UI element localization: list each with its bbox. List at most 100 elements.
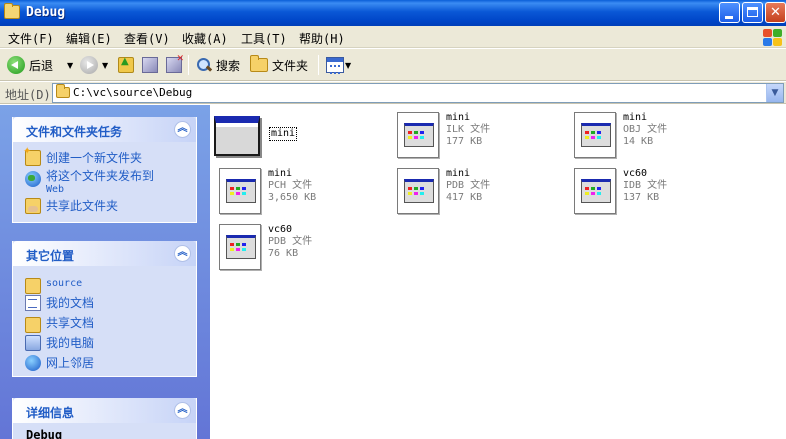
menu-file[interactable]: 文件(F) — [8, 30, 54, 47]
maximize-button[interactable] — [742, 2, 763, 23]
file-item[interactable]: mini PDB 文件 417 KB — [397, 168, 490, 216]
up-button[interactable] — [118, 54, 134, 76]
file-name: mini — [268, 168, 293, 179]
close-button[interactable]: ✕ — [765, 2, 786, 23]
file-type: IDB 文件 — [623, 180, 668, 191]
forward-button[interactable]: ▼ — [80, 54, 108, 76]
back-dropdown-icon[interactable]: ▼ — [67, 61, 73, 70]
documents-icon — [25, 295, 41, 311]
file-size: 177 KB — [446, 136, 483, 147]
place-my-documents-label: 我的文档 — [46, 296, 95, 310]
place-my-computer-label: 我的电脑 — [46, 336, 95, 350]
toolbar-separator — [318, 55, 319, 75]
file-item[interactable]: mini OBJ 文件 14 KB — [574, 112, 667, 160]
address-input[interactable]: C:\vc\source\Debug ▼ — [52, 83, 784, 103]
task-publish-web-sub: Web — [46, 184, 65, 195]
collapse-chevron-icon[interactable]: ︽ — [174, 121, 191, 138]
details-panel-title: 详细信息 — [26, 406, 75, 420]
search-icon — [196, 57, 212, 73]
tasks-panel-title: 文件和文件夹任务 — [26, 125, 123, 139]
place-shared-documents-label: 共享文档 — [46, 316, 95, 330]
close-icon: ✕ — [770, 5, 781, 20]
document-icon — [219, 168, 263, 216]
address-dropdown-icon[interactable]: ▼ — [766, 84, 783, 102]
address-bar: 地址(D) C:\vc\source\Debug ▼ — [0, 82, 786, 104]
maximize-icon — [747, 7, 758, 17]
minimize-button[interactable] — [719, 2, 740, 23]
folder-icon — [25, 278, 41, 294]
folder-icon — [250, 55, 268, 72]
back-button[interactable]: 后退 ▼ — [7, 54, 73, 76]
task-share-folder[interactable]: 共享此文件夹 — [25, 197, 118, 214]
file-item[interactable]: mini — [214, 113, 298, 161]
minimize-icon — [725, 16, 733, 19]
task-publish-web[interactable]: 将这个文件夹发布到 Web — [25, 170, 154, 196]
file-item[interactable]: mini ILK 文件 177 KB — [397, 112, 490, 160]
place-shared-documents[interactable]: 共享文档 — [25, 314, 95, 333]
file-size: 76 KB — [268, 248, 299, 259]
delete-icon — [166, 54, 184, 73]
file-item[interactable]: mini PCH 文件 3,650 KB — [219, 168, 316, 216]
details-name: Debug — [26, 428, 63, 439]
menu-bar: 文件(F) 编辑(E) 查看(V) 收藏(A) 工具(T) 帮助(H) — [0, 26, 786, 48]
title-bar[interactable]: Debug ✕ — [0, 0, 786, 26]
search-button[interactable]: 搜索 — [196, 54, 240, 76]
application-icon — [214, 113, 262, 161]
menu-view[interactable]: 查看(V) — [124, 30, 170, 47]
places-panel-title: 其它位置 — [26, 249, 75, 263]
file-name: vc60 — [623, 168, 648, 179]
menu-edit[interactable]: 编辑(E) — [66, 30, 112, 47]
folders-button[interactable]: 文件夹 — [250, 54, 308, 76]
network-icon — [25, 355, 41, 371]
file-type: PCH 文件 — [268, 180, 313, 191]
search-label: 搜索 — [216, 58, 241, 73]
collapse-chevron-icon[interactable]: ︽ — [174, 402, 191, 419]
task-pane: 文件和文件夹任务 ︽ 创建一个新文件夹 将这个文件夹发布到 Web 共享此文件夹… — [0, 105, 210, 439]
folders-label: 文件夹 — [272, 58, 309, 73]
place-my-computer[interactable]: 我的电脑 — [25, 334, 94, 351]
delete-button[interactable] — [166, 54, 184, 76]
place-source-label: source — [46, 278, 83, 289]
collapse-chevron-icon[interactable]: ︽ — [174, 245, 191, 262]
places-panel-header[interactable]: 其它位置 ︽ — [13, 241, 196, 266]
file-type: PDB 文件 — [268, 236, 313, 247]
task-new-folder[interactable]: 创建一个新文件夹 — [23, 146, 143, 166]
tasks-panel-header[interactable]: 文件和文件夹任务 ︽ — [13, 117, 196, 142]
details-panel: 详细信息 ︽ Debug — [12, 398, 197, 439]
share-folder-icon — [25, 198, 41, 214]
views-button[interactable]: ▼ — [326, 54, 351, 76]
task-new-folder-label: 创建一个新文件夹 — [46, 151, 143, 165]
copy-to-button[interactable] — [142, 54, 158, 76]
file-view[interactable]: mini mini ILK 文件 177 KB mini OBJ 文件 14 K… — [210, 105, 786, 439]
file-name: mini — [446, 168, 471, 179]
folder-icon — [25, 317, 41, 333]
menu-help[interactable]: 帮助(H) — [299, 30, 345, 47]
window-title: Debug — [26, 5, 66, 20]
file-type: OBJ 文件 — [623, 124, 668, 135]
file-item[interactable]: vc60 PDB 文件 76 KB — [219, 224, 312, 272]
windows-logo-icon — [761, 27, 783, 47]
menu-favorites[interactable]: 收藏(A) — [182, 30, 228, 47]
views-icon — [326, 57, 344, 74]
menu-tools[interactable]: 工具(T) — [241, 30, 287, 47]
place-source[interactable]: source — [25, 275, 83, 294]
forward-dropdown-icon[interactable]: ▼ — [102, 61, 108, 70]
tasks-panel: 文件和文件夹任务 ︽ 创建一个新文件夹 将这个文件夹发布到 Web 共享此文件夹 — [12, 117, 197, 223]
place-my-documents[interactable]: 我的文档 — [25, 294, 94, 311]
new-folder-icon — [23, 146, 41, 166]
file-type: ILK 文件 — [446, 124, 491, 135]
forward-arrow-icon — [80, 56, 98, 74]
file-size: 14 KB — [623, 136, 654, 147]
toolbar: 后退 ▼ ▼ 搜索 文件夹 ▼ — [0, 49, 786, 81]
file-name: mini — [623, 112, 648, 123]
toolbar-separator — [188, 55, 189, 75]
folder-up-icon — [118, 56, 134, 73]
place-network[interactable]: 网上邻居 — [25, 354, 94, 371]
task-share-folder-label: 共享此文件夹 — [46, 199, 119, 213]
address-label: 地址(D) — [5, 88, 51, 102]
file-item[interactable]: vc60 IDB 文件 137 KB — [574, 168, 667, 216]
folder-icon — [4, 3, 20, 19]
details-panel-header[interactable]: 详细信息 ︽ — [13, 398, 196, 423]
views-dropdown-icon: ▼ — [345, 60, 352, 70]
document-icon — [397, 168, 441, 216]
